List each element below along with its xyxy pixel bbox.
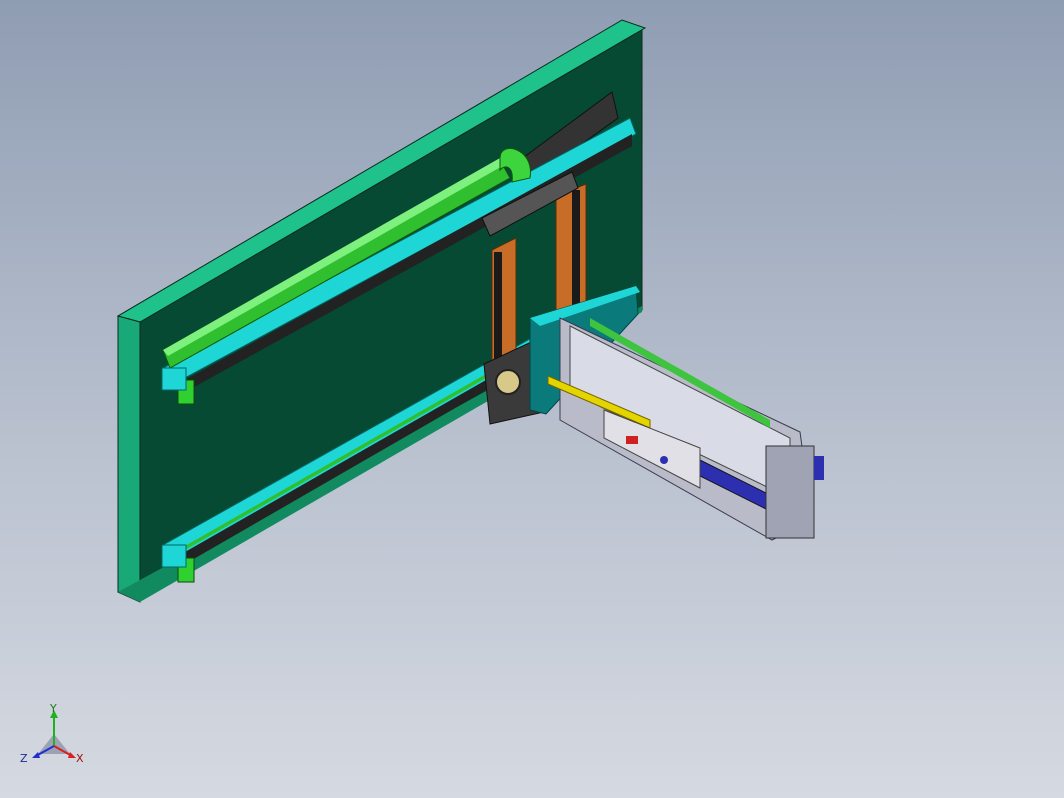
tray-end-blue-clip bbox=[814, 456, 824, 480]
x-axis-arrow-icon bbox=[68, 752, 76, 758]
tray-end-cap[interactable] bbox=[765, 445, 815, 539]
lower-rail-end-cap bbox=[161, 544, 187, 568]
view-orientation-triad[interactable]: Y X Z bbox=[18, 700, 90, 772]
tray-red-indicator bbox=[626, 436, 638, 444]
plate-left-edge bbox=[117, 315, 141, 603]
tray-mount-hole bbox=[660, 456, 668, 464]
motor-flange[interactable] bbox=[495, 369, 521, 395]
triad-y-label: Y bbox=[49, 702, 57, 715]
upper-rail-end-cap bbox=[161, 367, 187, 391]
graphics-viewport[interactable]: Y X Z bbox=[0, 0, 1064, 798]
triad-x-label: X bbox=[76, 752, 84, 765]
triad-z-label: Z bbox=[20, 752, 28, 765]
cad-model-scene[interactable] bbox=[0, 0, 1064, 798]
vertical-black-rail-right bbox=[572, 190, 580, 310]
z-axis-arrow-icon bbox=[32, 752, 40, 758]
